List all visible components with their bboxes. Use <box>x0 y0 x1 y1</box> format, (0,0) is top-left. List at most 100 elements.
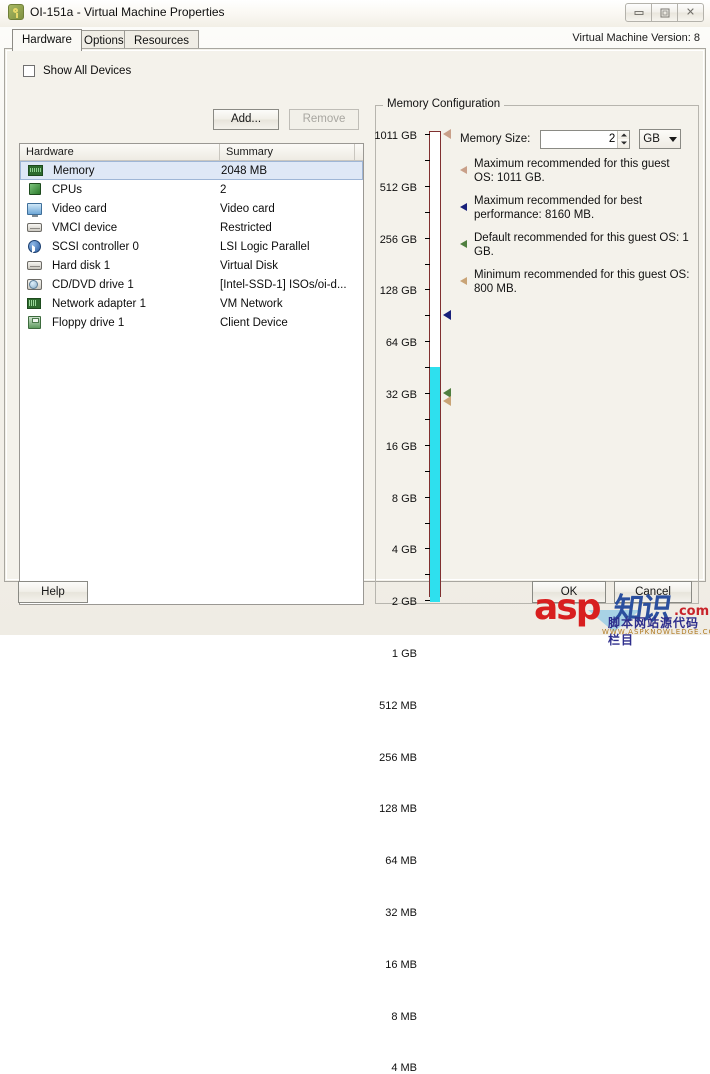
tab-hardware[interactable]: Hardware <box>12 29 82 51</box>
slider-tick: 64 GB <box>386 237 430 349</box>
slider-tick: 64 MB <box>385 496 430 867</box>
vm-properties-icon <box>8 4 24 20</box>
close-button[interactable]: ✕ <box>677 3 704 22</box>
hardware-summary: Video card <box>220 202 275 215</box>
minimize-button[interactable] <box>625 3 652 22</box>
slider-tick-label: 8 MB <box>391 1010 417 1023</box>
slider-tick: 256 GB <box>380 185 430 246</box>
stepper-up-icon[interactable] <box>618 130 630 139</box>
hardware-list-header: Hardware Summary <box>20 144 363 161</box>
column-header-hardware[interactable]: Hardware <box>20 144 220 160</box>
slider-tick: 16 GB <box>386 289 430 453</box>
scsi-controller-icon-glyph <box>28 239 41 253</box>
legend-arrow-icon <box>460 166 467 174</box>
legend-row: Maximum recommended for best performance… <box>460 194 692 222</box>
video-card-icon-glyph <box>27 202 42 217</box>
title-bar: OI-151a - Virtual Machine Properties ✕ <box>0 0 710 27</box>
table-row[interactable]: Video card Video card <box>20 199 363 218</box>
table-row[interactable]: Network adapter 1 VM Network <box>20 294 363 313</box>
hardware-name: CD/DVD drive 1 <box>52 278 134 291</box>
slider-tick-label: 128 GB <box>379 285 417 298</box>
floppy-drive-icon-glyph <box>28 315 41 329</box>
slider-tick: 4 MB <box>391 600 430 1074</box>
slider-tick: 2 GB <box>392 367 430 608</box>
network-adapter-icon <box>26 297 44 311</box>
slider-tick: 8 GB <box>392 315 430 505</box>
hardware-name: SCSI controller 0 <box>52 240 139 253</box>
watermark-cn: 脚本网站源代码栏目 <box>608 616 700 647</box>
window-title: OI-151a - Virtual Machine Properties <box>30 5 225 19</box>
legend-text: Maximum recommended for best performance… <box>474 195 643 221</box>
slider-tick: 128 GB <box>380 211 430 297</box>
table-row[interactable]: CD/DVD drive 1 [Intel-SSD-1] ISOs/oi-d... <box>20 275 363 294</box>
floppy-drive-icon <box>26 315 44 330</box>
memory-size-slider[interactable]: 1011 GB 512 GB 256 GB 128 GB 64 GB 32 GB 16 GB… <box>374 129 451 1074</box>
hardware-summary: [Intel-SSD-1] ISOs/oi-d... <box>220 278 347 291</box>
stepper-down-icon[interactable] <box>618 139 630 148</box>
hardware-name: Video card <box>52 202 107 215</box>
ok-button[interactable]: OK <box>532 581 606 603</box>
legend-row: Default recommended for this guest OS: 1… <box>460 231 692 259</box>
add-button[interactable]: Add... <box>213 109 279 130</box>
memory-size-input[interactable] <box>541 130 618 148</box>
table-row[interactable]: Memory 2048 MB <box>20 161 363 180</box>
memory-unit-value: GB <box>643 133 660 145</box>
slider-tick: 32 MB <box>385 522 430 919</box>
cd-dvd-drive-icon <box>26 278 44 292</box>
hardware-name: Floppy drive 1 <box>52 316 125 329</box>
slider-tick-label: 64 GB <box>385 337 417 350</box>
slider-tick: 8 MB <box>391 574 430 1023</box>
memory-configuration-title: Memory Configuration <box>383 98 505 110</box>
column-header-summary[interactable]: Summary <box>220 144 355 160</box>
close-icon: ✕ <box>685 6 696 18</box>
watermark-triangle-icon <box>588 610 640 632</box>
table-row[interactable]: Hard disk 1 Virtual Disk <box>20 256 363 275</box>
show-all-devices-row[interactable]: Show All Devices <box>23 65 131 77</box>
tab-resources[interactable]: Resources <box>124 30 199 50</box>
chevron-down-icon <box>669 136 678 142</box>
legend-row: Minimum recommended for this guest OS: 8… <box>460 268 692 296</box>
memory-size-stepper[interactable] <box>617 130 630 148</box>
hardware-summary: LSI Logic Parallel <box>220 240 310 253</box>
slider-tick-label: 2 GB <box>391 596 417 609</box>
table-row[interactable]: CPUs 2 <box>20 180 363 199</box>
slider-tick-label: 4 MB <box>391 1062 417 1074</box>
help-button[interactable]: Help <box>18 581 88 603</box>
slider-tick-label: 64 MB <box>385 855 417 868</box>
hardware-name: Hard disk 1 <box>52 259 111 272</box>
maximize-button[interactable] <box>651 3 678 22</box>
memory-icon <box>27 164 45 178</box>
slider-tick-label: 512 MB <box>379 699 417 712</box>
hardware-summary: 2 <box>220 183 227 196</box>
show-all-devices-checkbox[interactable] <box>23 65 35 77</box>
slider-tick: 512 MB <box>379 418 430 712</box>
legend-arrow-icon <box>460 240 467 248</box>
remove-button: Remove <box>289 109 359 130</box>
slider-tick: 128 MB <box>379 470 430 815</box>
memory-size-spinbox[interactable] <box>540 129 631 149</box>
memory-size-row: Memory Size: GB <box>460 129 682 149</box>
slider-tick-label: 32 MB <box>385 907 417 919</box>
minimum-recommended-marker[interactable] <box>443 396 451 406</box>
title-bar-left: OI-151a - Virtual Machine Properties <box>8 4 225 20</box>
memory-recommendation-legend: Maximum recommended for this guest OS: 1… <box>460 157 692 305</box>
maximum-recommended-marker[interactable] <box>443 129 451 139</box>
slider-tick-label: 1011 GB <box>374 130 417 142</box>
memory-unit-select[interactable]: GB <box>639 129 682 149</box>
video-card-icon <box>26 202 44 217</box>
vmci-device-icon <box>26 221 44 235</box>
cancel-button[interactable]: Cancel <box>614 581 692 603</box>
table-row[interactable]: Floppy drive 1 Client Device <box>20 313 363 332</box>
legend-arrow-icon <box>460 277 467 285</box>
slider-tick-label: 16 GB <box>385 440 417 453</box>
hardware-name: Network adapter 1 <box>52 297 146 310</box>
hardware-summary: Restricted <box>220 221 272 234</box>
hardware-name: VMCI device <box>52 221 118 234</box>
hardware-list[interactable]: Hardware Summary Memory 2048 MB CPUs 2 Video… <box>19 143 364 605</box>
watermark-com: .com <box>674 604 710 619</box>
table-row[interactable]: VMCI device Restricted <box>20 218 363 237</box>
table-row[interactable]: SCSI controller 0 LSI Logic Parallel <box>20 237 363 256</box>
best-performance-marker[interactable] <box>443 310 451 321</box>
legend-text: Maximum recommended for this guest OS: 1… <box>474 158 670 184</box>
legend-text: Default recommended for this guest OS: 1… <box>474 232 689 258</box>
